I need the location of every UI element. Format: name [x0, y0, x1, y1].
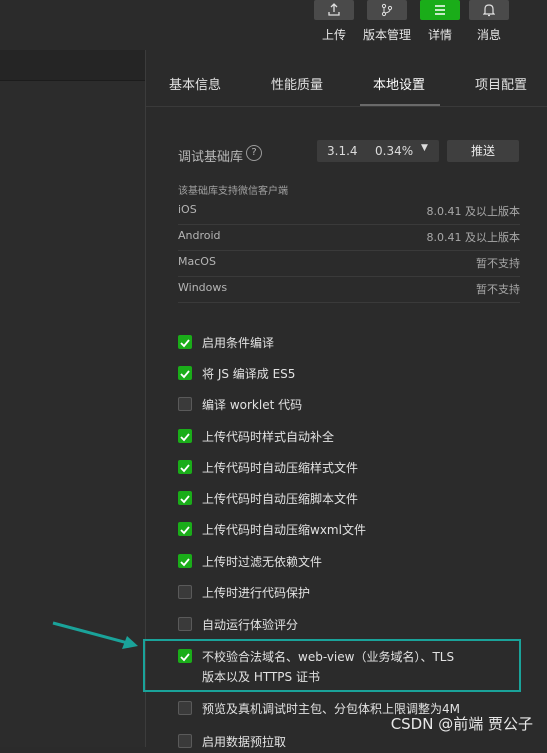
details-button[interactable]: 详情	[420, 0, 460, 43]
upload-button[interactable]: 上传	[314, 0, 354, 43]
library-version: 3.1.4	[327, 144, 358, 158]
option-label: 上传代码时自动压缩脚本文件	[202, 492, 359, 506]
checkbox-checked[interactable]	[178, 460, 192, 474]
tab-project-config[interactable]: 项目配置	[475, 74, 527, 93]
os-row-ios: iOS 8.0.41 及以上版本	[178, 198, 520, 225]
os-name: MacOS	[178, 255, 216, 268]
os-row-windows: Windows 暂不支持	[178, 276, 520, 303]
option-label: 上传时进行代码保护	[202, 586, 311, 600]
os-version: 8.0.41 及以上版本	[426, 231, 520, 244]
debug-library-label: 调试基础库	[178, 150, 244, 165]
checkbox-checked[interactable]	[178, 491, 192, 505]
option-label: 编译 worklet 代码	[202, 398, 303, 412]
checkbox-checked[interactable]	[178, 366, 192, 380]
checkbox-unchecked[interactable]	[178, 585, 192, 599]
tab-basic-info[interactable]: 基本信息	[169, 74, 221, 93]
help-icon[interactable]: ?	[246, 145, 262, 161]
annotation-highlight-box	[143, 639, 521, 692]
library-usage-percent: 0.34%	[375, 144, 414, 158]
option-label: 上传时过滤无依赖文件	[202, 555, 323, 569]
checkbox-unchecked[interactable]	[178, 734, 192, 748]
os-name: Windows	[178, 281, 228, 294]
active-tab-indicator	[360, 104, 440, 106]
checkbox-checked[interactable]	[178, 522, 192, 536]
messages-label: 消息	[476, 28, 501, 42]
option-label: 将 JS 编译成 ES5	[202, 367, 296, 381]
os-row-macos: MacOS 暂不支持	[178, 250, 520, 277]
os-name: iOS	[178, 203, 197, 216]
option-label: 上传代码时自动压缩样式文件	[202, 461, 359, 475]
option-label: 启用数据预拉取	[202, 735, 287, 749]
checkbox-checked[interactable]	[178, 335, 192, 349]
os-version: 暂不支持	[476, 257, 520, 270]
checkbox-unchecked[interactable]	[178, 397, 192, 411]
option-label: 上传代码时样式自动补全	[202, 430, 335, 444]
branch-icon	[367, 0, 407, 20]
details-label: 详情	[427, 28, 452, 42]
os-row-android: Android 8.0.41 及以上版本	[178, 224, 520, 251]
bell-icon	[469, 0, 509, 20]
option-label: 启用条件编译	[202, 336, 275, 350]
checkbox-unchecked[interactable]	[178, 617, 192, 631]
upload-icon	[314, 0, 354, 20]
editor-tab-strip	[0, 50, 145, 81]
tab-divider	[146, 106, 547, 107]
version-management-label: 版本管理	[362, 28, 411, 42]
upload-label: 上传	[321, 28, 346, 42]
tab-performance[interactable]: 性能质量	[271, 74, 323, 93]
watermark: CSDN @前端 贾公子	[390, 715, 533, 733]
checkbox-unchecked[interactable]	[178, 701, 192, 715]
support-note: 该基础库支持微信客户端	[178, 186, 288, 197]
library-version-select[interactable]: 3.1.4 0.34% ▼	[317, 140, 439, 162]
editor-area	[0, 81, 145, 747]
option-label: 自动运行体验评分	[202, 618, 299, 632]
os-version: 暂不支持	[476, 283, 520, 296]
messages-button[interactable]: 消息	[469, 0, 509, 43]
version-management-button[interactable]: 版本管理	[363, 0, 411, 43]
os-name: Android	[178, 229, 221, 242]
tab-local-settings[interactable]: 本地设置	[373, 74, 425, 93]
caret-down-icon: ▼	[421, 143, 428, 153]
checkbox-checked[interactable]	[178, 429, 192, 443]
checkbox-checked[interactable]	[178, 554, 192, 568]
option-label: 上传代码时自动压缩wxml文件	[202, 523, 366, 537]
os-version: 8.0.41 及以上版本	[426, 205, 520, 218]
menu-icon	[420, 0, 460, 20]
push-button[interactable]: 推送	[447, 140, 519, 162]
